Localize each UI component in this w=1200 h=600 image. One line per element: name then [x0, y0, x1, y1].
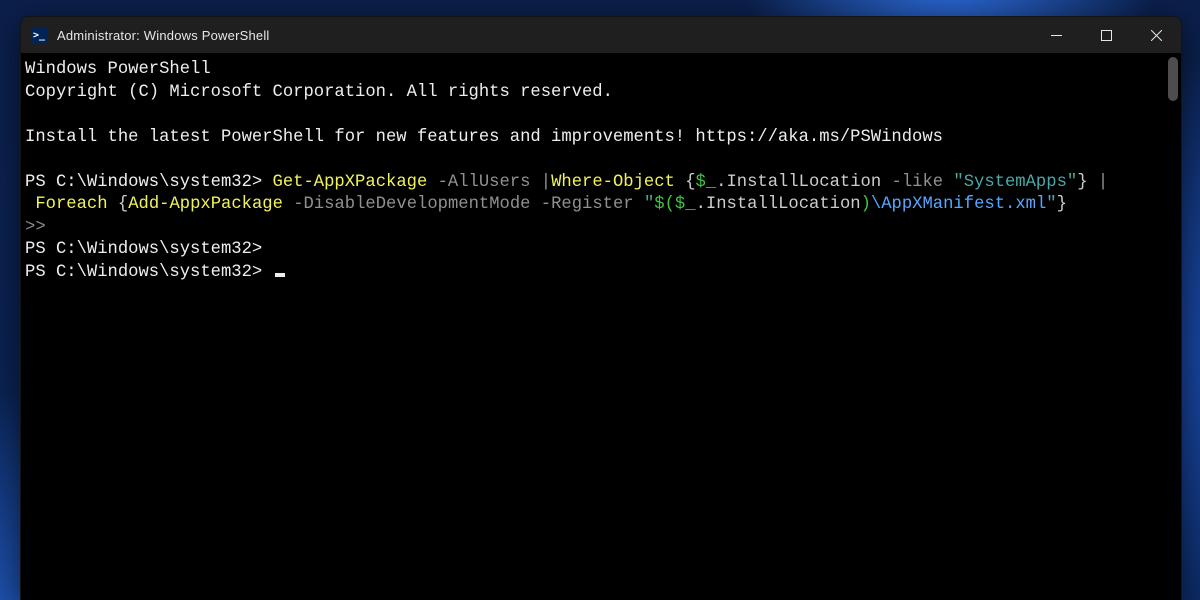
- powershell-icon: >_: [31, 27, 47, 43]
- banner-line-3: Install the latest PowerShell for new fe…: [25, 128, 943, 147]
- minimize-icon: [1051, 30, 1062, 41]
- token-cmd: Foreach: [35, 195, 107, 214]
- token-cmd: Add-AppxPackage: [128, 195, 283, 214]
- token-pipe: |: [541, 173, 551, 192]
- token-brace: }: [1057, 195, 1067, 214]
- token-var: $_: [675, 195, 696, 214]
- token-subexpr-close: ): [861, 195, 871, 214]
- titlebar[interactable]: >_ Administrator: Windows PowerShell: [21, 17, 1181, 53]
- powershell-icon-glyph: >_: [33, 30, 45, 41]
- window-controls: [1031, 17, 1181, 53]
- prompt-2: PS C:\Windows\system32>: [25, 240, 273, 259]
- token-cmd: Where-Object: [551, 173, 675, 192]
- token-op: -like: [892, 173, 944, 192]
- prompt-1: PS C:\Windows\system32>: [25, 173, 273, 192]
- desktop-background: >_ Administrator: Windows PowerShell Win…: [0, 0, 1200, 600]
- powershell-window: >_ Administrator: Windows PowerShell Win…: [20, 16, 1182, 600]
- token-var: $_: [696, 173, 717, 192]
- token-member: .InstallLocation: [696, 195, 861, 214]
- token-subexpr-open: $(: [654, 195, 675, 214]
- token-param: -DisableDevelopmentMode: [293, 195, 530, 214]
- token-brace: }: [1077, 173, 1087, 192]
- token-path: \AppXManifest.xml: [871, 195, 1046, 214]
- sp: [881, 173, 891, 192]
- sp: [675, 173, 685, 192]
- sp: [943, 173, 953, 192]
- maximize-button[interactable]: [1081, 17, 1131, 53]
- sp: [530, 195, 540, 214]
- token-quote: ": [644, 195, 654, 214]
- close-icon: [1151, 30, 1162, 41]
- continuation-prompt: >>: [25, 218, 46, 237]
- token-param: -AllUsers: [438, 173, 531, 192]
- token-string: "SystemApps": [953, 173, 1077, 192]
- token-param: -Register: [541, 195, 634, 214]
- banner-line-1: Windows PowerShell: [25, 60, 211, 79]
- prompt-3: PS C:\Windows\system32>: [25, 263, 273, 282]
- sp: [634, 195, 644, 214]
- sp: [427, 173, 437, 192]
- terminal-cursor: [275, 273, 285, 277]
- token-quote: ": [1046, 195, 1056, 214]
- token-brace: {: [118, 195, 128, 214]
- sp: [283, 195, 293, 214]
- sp: [108, 195, 118, 214]
- minimize-button[interactable]: [1031, 17, 1081, 53]
- scrollbar-thumb[interactable]: [1168, 57, 1178, 101]
- token-member: .InstallLocation: [716, 173, 881, 192]
- token-brace: {: [685, 173, 695, 192]
- sp: [1088, 173, 1098, 192]
- window-title: Administrator: Windows PowerShell: [57, 28, 270, 43]
- token-pipe: |: [1098, 173, 1108, 192]
- maximize-icon: [1101, 30, 1112, 41]
- terminal-area[interactable]: Windows PowerShell Copyright (C) Microso…: [21, 53, 1181, 600]
- close-button[interactable]: [1131, 17, 1181, 53]
- token-cmd: Get-AppXPackage: [273, 173, 428, 192]
- sp: [530, 173, 540, 192]
- indent: [25, 195, 35, 214]
- banner-line-2: Copyright (C) Microsoft Corporation. All…: [25, 83, 613, 102]
